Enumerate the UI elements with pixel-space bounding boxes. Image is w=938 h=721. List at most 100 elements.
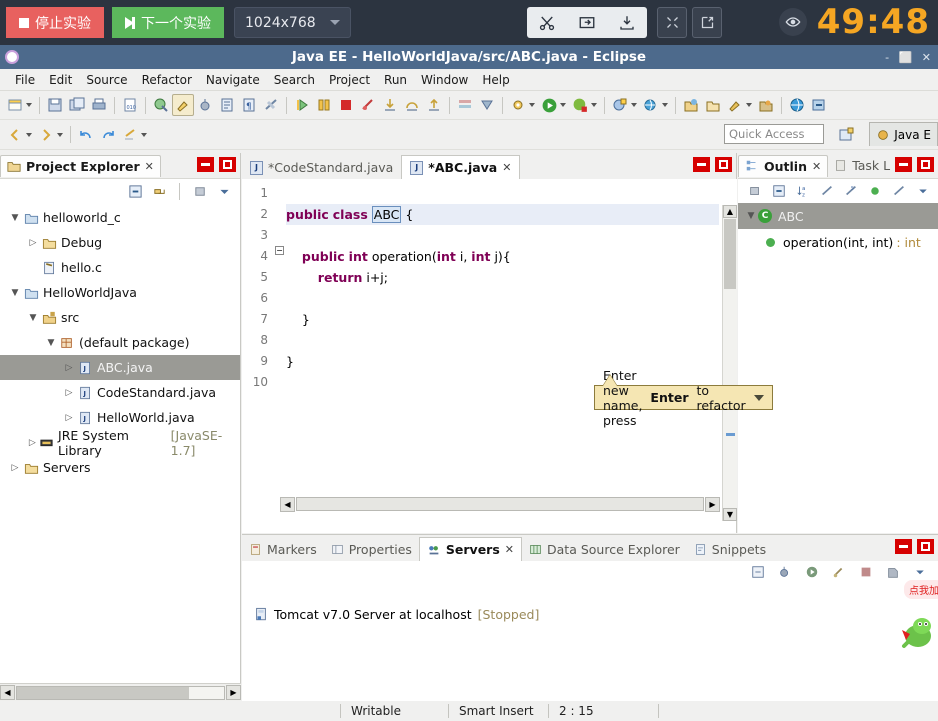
screenshot-icon[interactable] <box>567 7 607 38</box>
scroll-right-arrow[interactable]: ▶ <box>705 496 720 512</box>
code-line[interactable]: return i+j; <box>286 267 719 288</box>
scroll-left-arrow[interactable]: ◀ <box>0 685 15 700</box>
search-gear-icon[interactable] <box>507 94 529 116</box>
undo-icon[interactable] <box>75 124 97 146</box>
code-line[interactable]: public class ABC { <box>286 204 719 225</box>
stop-experiment-button[interactable]: 停止实验 <box>6 7 104 38</box>
view-menu-icon[interactable] <box>912 564 928 580</box>
print-icon[interactable] <box>88 94 110 116</box>
tree-item-codestandard-java[interactable]: ▷ J CodeStandard.java <box>0 380 240 405</box>
quick-access-input[interactable]: Quick Access <box>724 124 824 144</box>
scroll-right-arrow[interactable]: ▶ <box>226 685 241 700</box>
collapse-all-icon[interactable] <box>127 183 143 199</box>
open-perspective-icon[interactable] <box>836 125 856 144</box>
twisty-collapsed-icon[interactable]: ▷ <box>62 363 76 373</box>
outline-tree[interactable]: ▼ C ABC operation(int, int): int <box>738 203 938 255</box>
code-line[interactable] <box>286 330 719 351</box>
step-over-icon[interactable] <box>401 94 423 116</box>
tree-item-helloworldjava[interactable]: ▼ HelloWorldJava <box>0 280 240 305</box>
hide-local-types-icon[interactable] <box>892 183 906 199</box>
tree-item-hello-c[interactable]: hello.c <box>0 255 240 280</box>
disconnect-icon[interactable] <box>357 94 379 116</box>
mascot-icon[interactable] <box>892 610 938 650</box>
menu-refactor[interactable]: Refactor <box>135 71 199 89</box>
minimize-button[interactable] <box>197 157 214 172</box>
next-experiment-button[interactable]: 下一个实验 <box>112 7 224 38</box>
outline-item-abc[interactable]: ▼ C ABC <box>738 203 938 229</box>
code-editor[interactable]: 1 2 3 4 5 6 7 8 9 10 − public class ABC { public … <box>242 179 737 521</box>
save-icon[interactable] <box>44 94 66 116</box>
project-tree[interactable]: ▼ helloworld_c ▷ Debug hello.c ▼ HelloWorldJav… <box>0 203 240 480</box>
scroll-thumb[interactable] <box>724 219 736 289</box>
resolution-select[interactable]: 1024x768 <box>234 7 351 38</box>
view-menu-filter-icon[interactable] <box>192 183 208 199</box>
new-wizard-icon[interactable] <box>4 94 26 116</box>
binary-file-icon[interactable]: 010 <box>119 94 141 116</box>
twisty-expanded-icon[interactable]: ▼ <box>44 338 58 348</box>
server-dropdown-arrow[interactable] <box>631 103 637 107</box>
code-line[interactable] <box>286 288 719 309</box>
open-type-icon[interactable] <box>755 94 777 116</box>
twisty-expanded-icon[interactable]: ▼ <box>8 288 22 298</box>
new-dropdown-arrow[interactable] <box>26 103 32 107</box>
step-return-icon[interactable] <box>423 94 445 116</box>
window-controls[interactable]: - ⬜ ✕ <box>885 51 934 64</box>
web-browser-icon[interactable] <box>640 94 662 116</box>
close-icon[interactable]: ✕ <box>145 160 154 173</box>
maximize-button[interactable] <box>917 157 934 172</box>
scroll-track[interactable] <box>16 685 225 700</box>
editor-vscrollbar[interactable]: ▲ ▼ <box>722 205 737 521</box>
download-icon[interactable] <box>607 7 647 38</box>
tree-item-debug[interactable]: ▷ Debug <box>0 230 240 255</box>
code-line[interactable] <box>286 183 719 204</box>
twisty-collapsed-icon[interactable]: ▷ <box>8 463 22 473</box>
step-into-icon[interactable] <box>379 94 401 116</box>
floating-promo-widget[interactable]: 点我加 <box>880 580 938 660</box>
debug-server-icon[interactable] <box>777 564 793 580</box>
new-package-icon[interactable] <box>702 94 724 116</box>
collapse-icon[interactable] <box>657 7 687 38</box>
hide-nonpublic-icon[interactable] <box>868 183 882 199</box>
tree-item-helloworld-java[interactable]: ▷ J HelloWorld.java <box>0 405 240 430</box>
tab-servers[interactable]: Servers ✕ <box>418 537 523 561</box>
back-dropdown-arrow[interactable] <box>26 132 32 137</box>
eye-icon[interactable] <box>778 8 807 36</box>
minimize-button[interactable] <box>693 157 710 172</box>
menu-navigate[interactable]: Navigate <box>199 71 267 89</box>
external-link-icon[interactable] <box>692 7 722 38</box>
new-class-icon[interactable] <box>724 94 746 116</box>
server-list-item[interactable]: Tomcat v7.0 Server at localhost [Stopped… <box>242 583 938 622</box>
maximize-button[interactable] <box>219 157 236 172</box>
debug-tool-icon[interactable] <box>194 94 216 116</box>
collapse-all-icon[interactable] <box>772 183 786 199</box>
toggle-markoccurrences-icon[interactable] <box>216 94 238 116</box>
globe-icon[interactable] <box>786 94 808 116</box>
profile-server-icon[interactable] <box>831 564 847 580</box>
overview-marker[interactable] <box>726 433 735 436</box>
close-icon[interactable]: ✕ <box>502 161 511 174</box>
twisty-expanded-icon[interactable]: ▼ <box>8 213 22 223</box>
twisty-expanded-icon[interactable]: ▼ <box>26 313 40 323</box>
tab-snippets[interactable]: Snippets <box>687 538 773 561</box>
menu-search[interactable]: Search <box>267 71 322 89</box>
tree-item-jre-system-library[interactable]: ▷ JRE System Library [JavaSE-1.7] <box>0 428 240 458</box>
search-dropdown-arrow[interactable] <box>529 103 535 107</box>
tab-properties[interactable]: Properties <box>324 538 419 561</box>
tab-project-explorer[interactable]: Project Explorer ✕ <box>0 154 161 177</box>
forward-history-icon[interactable] <box>35 124 57 146</box>
browser-dropdown-arrow[interactable] <box>662 103 668 107</box>
publish-icon[interactable] <box>885 564 901 580</box>
status-resize-grip[interactable] <box>658 704 679 718</box>
code-line[interactable]: public int operation(int i, int j){ <box>286 246 719 267</box>
link-with-editor-icon[interactable] <box>151 183 167 199</box>
editor-tab-abc[interactable]: J *ABC.java ✕ <box>401 155 521 179</box>
view-menu-icon[interactable] <box>916 183 930 199</box>
menu-help[interactable]: Help <box>475 71 516 89</box>
menu-project[interactable]: Project <box>322 71 377 89</box>
chevron-down-icon[interactable] <box>753 394 764 401</box>
code-line[interactable] <box>286 225 719 246</box>
scroll-down-arrow[interactable]: ▼ <box>723 508 737 521</box>
forward-dropdown-arrow[interactable] <box>57 132 63 137</box>
menu-edit[interactable]: Edit <box>42 71 79 89</box>
menu-window[interactable]: Window <box>414 71 475 89</box>
